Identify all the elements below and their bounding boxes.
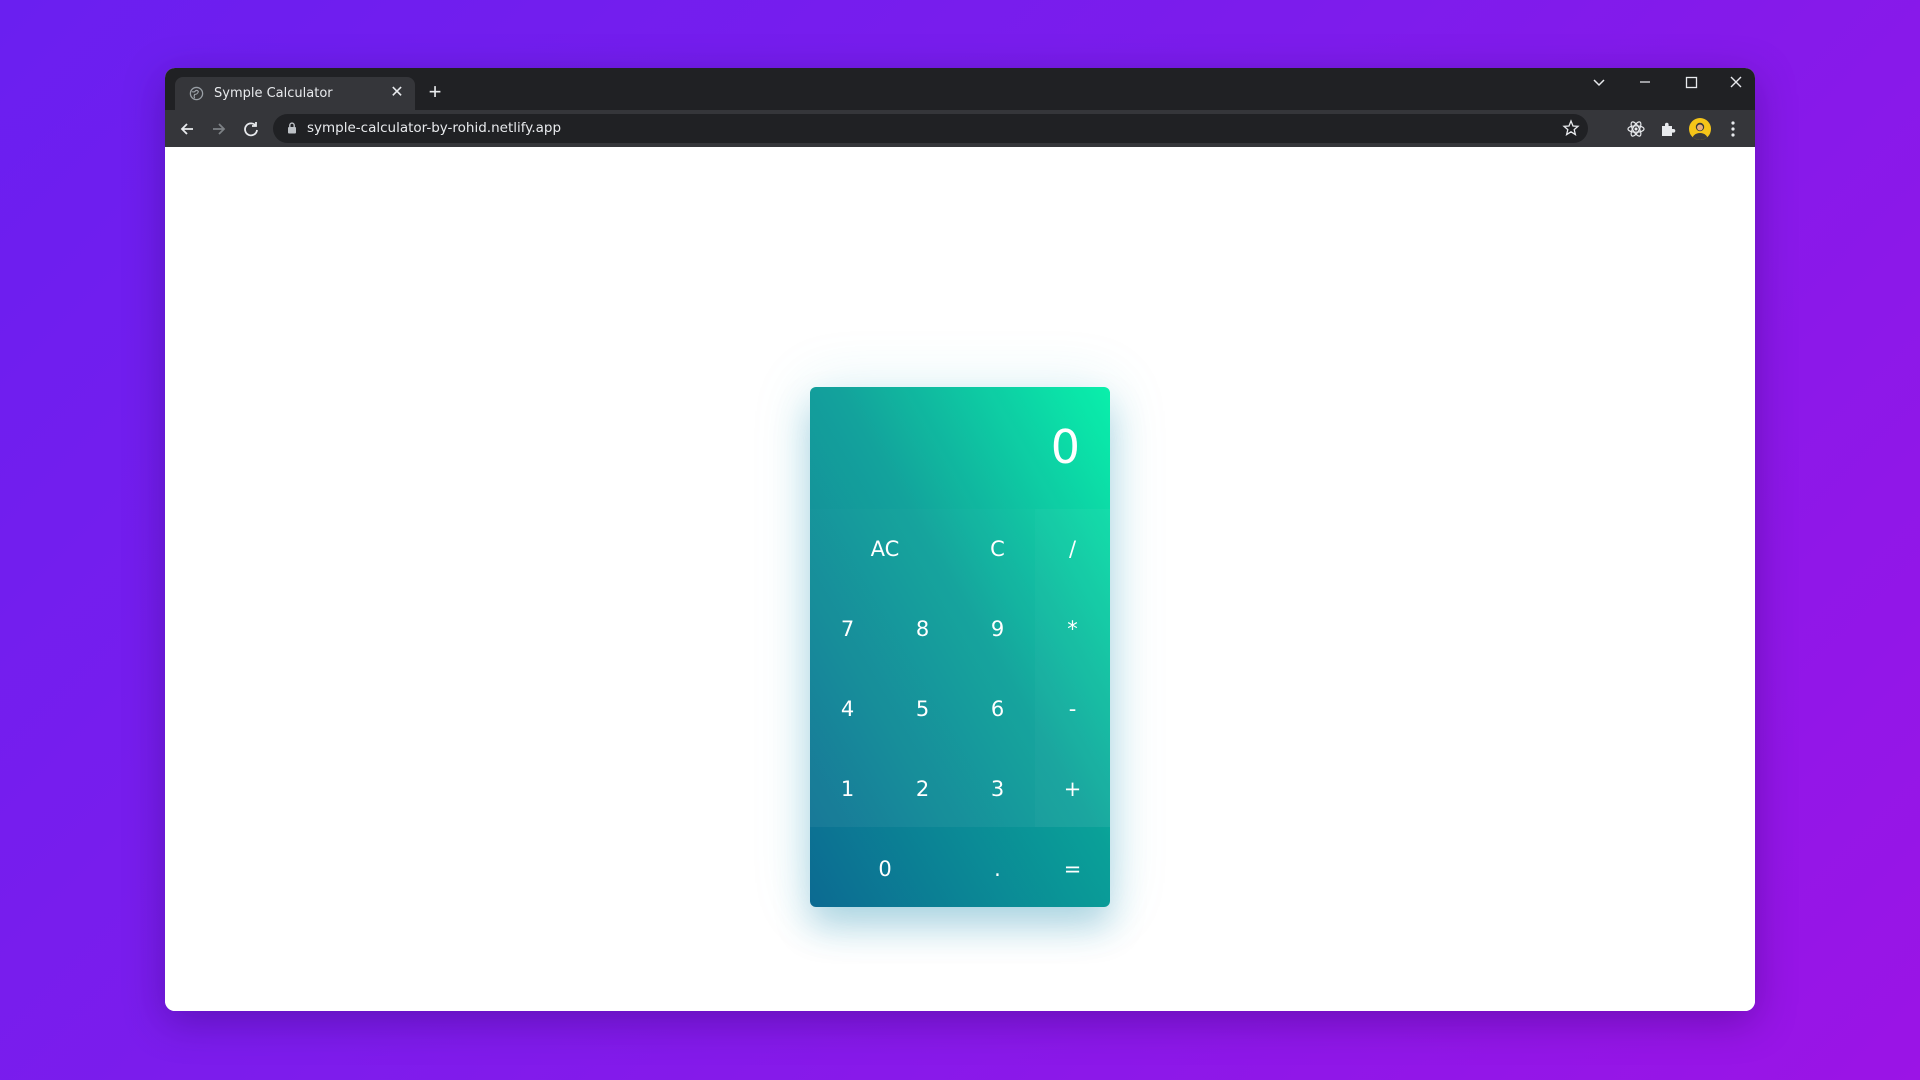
- back-arrow-icon[interactable]: [174, 116, 200, 142]
- tab-title: Symple Calculator: [214, 86, 333, 101]
- browser-toolbar: symple-calculator-by-rohid.netlify.app: [165, 110, 1755, 147]
- tab-search-chevron-icon[interactable]: [1577, 68, 1621, 104]
- url-text[interactable]: symple-calculator-by-rohid.netlify.app: [307, 120, 561, 136]
- key-1[interactable]: 1: [810, 749, 885, 829]
- key-divide[interactable]: /: [1035, 509, 1110, 589]
- keypad: AC C / 7 8 9 * 4 5 6 - 1 2 3 + 0 . =: [810, 509, 1110, 907]
- reload-icon[interactable]: [238, 116, 264, 142]
- key-3[interactable]: 3: [960, 749, 1035, 829]
- key-5[interactable]: 5: [885, 669, 960, 749]
- key-4[interactable]: 4: [810, 669, 885, 749]
- key-7[interactable]: 7: [810, 589, 885, 669]
- browser-window: Symple Calculator ✕ + symple-calculator-…: [165, 68, 1755, 1011]
- close-icon[interactable]: ✕: [387, 83, 407, 103]
- title-bar: Symple Calculator ✕ +: [165, 68, 1755, 110]
- key-multiply[interactable]: *: [1035, 589, 1110, 669]
- maximize-icon[interactable]: [1669, 68, 1713, 104]
- display-value: 0: [1050, 420, 1080, 474]
- calculator-display: 0: [810, 387, 1110, 509]
- key-all-clear[interactable]: AC: [810, 509, 960, 589]
- key-8[interactable]: 8: [885, 589, 960, 669]
- window-close-icon[interactable]: [1714, 68, 1755, 104]
- key-add[interactable]: +: [1035, 749, 1110, 829]
- bookmark-star-icon[interactable]: [1562, 119, 1580, 137]
- key-subtract[interactable]: -: [1035, 669, 1110, 749]
- key-clear[interactable]: C: [960, 509, 1035, 589]
- key-2[interactable]: 2: [885, 749, 960, 829]
- react-extension-icon[interactable]: [1625, 118, 1647, 140]
- extensions-puzzle-icon[interactable]: [1657, 118, 1679, 140]
- key-0[interactable]: 0: [810, 829, 960, 907]
- menu-kebab-icon[interactable]: [1722, 118, 1744, 140]
- globe-icon: [189, 86, 204, 101]
- tab-symple-calculator[interactable]: Symple Calculator ✕: [175, 77, 415, 110]
- profile-person-icon: [1692, 122, 1708, 140]
- calculator: 0 AC C / 7 8 9 * 4 5 6 - 1 2 3 + 0 . =: [810, 387, 1110, 907]
- forward-arrow-icon[interactable]: [206, 116, 232, 142]
- key-decimal[interactable]: .: [960, 829, 1035, 907]
- new-tab-button[interactable]: +: [423, 80, 447, 104]
- profile-avatar[interactable]: [1689, 118, 1711, 140]
- key-6[interactable]: 6: [960, 669, 1035, 749]
- lock-icon[interactable]: [285, 121, 299, 135]
- minimize-icon[interactable]: [1623, 68, 1667, 104]
- address-bar[interactable]: symple-calculator-by-rohid.netlify.app: [273, 114, 1588, 143]
- page-viewport: 0 AC C / 7 8 9 * 4 5 6 - 1 2 3 + 0 . =: [165, 147, 1755, 1011]
- key-9[interactable]: 9: [960, 589, 1035, 669]
- key-equals[interactable]: =: [1035, 829, 1110, 907]
